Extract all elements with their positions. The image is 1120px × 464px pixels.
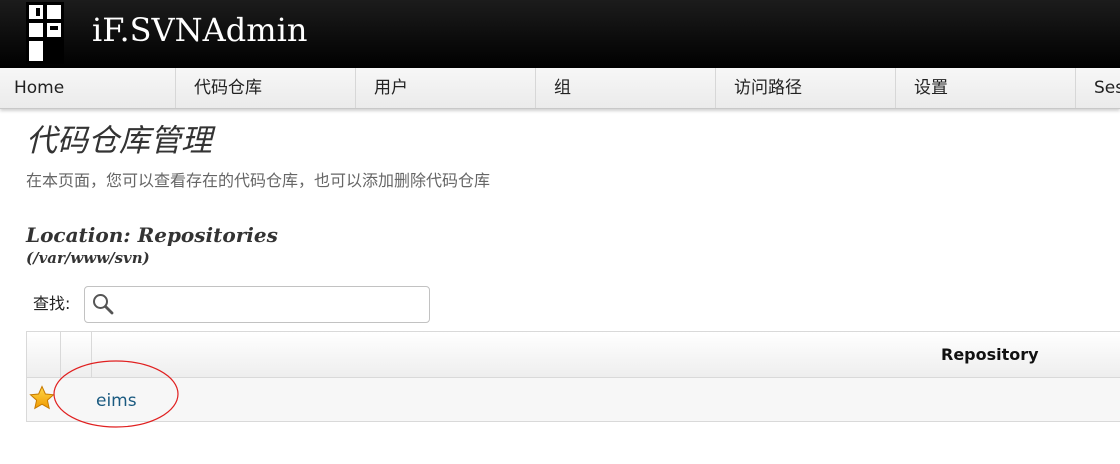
nav-item-home[interactable]: Home <box>0 68 176 108</box>
nav-item-repositories[interactable]: 代码仓库 <box>176 68 356 108</box>
app-logo-icon <box>26 2 64 64</box>
table-row: eims <box>27 378 1120 421</box>
annotation-circle <box>53 360 179 428</box>
main-nav: Home 代码仓库 用户 组 访问路径 设置 Ses <box>0 68 1120 109</box>
app-header: iF.SVNAdmin <box>0 0 1120 68</box>
app-title: iF.SVNAdmin <box>92 11 308 49</box>
nav-item-users[interactable]: 用户 <box>356 68 536 108</box>
nav-item-access-paths[interactable]: 访问路径 <box>716 68 896 108</box>
repository-table: Repository eims <box>26 331 1120 422</box>
nav-item-settings[interactable]: 设置 <box>896 68 1076 108</box>
page-title: 代码仓库管理 <box>26 123 212 159</box>
table-header: Repository <box>27 332 1120 378</box>
search-input[interactable] <box>121 291 425 320</box>
location-path: (/var/www/svn) <box>26 249 150 267</box>
search-icon <box>93 294 114 315</box>
column-header-repository[interactable]: Repository <box>941 344 1039 366</box>
search-box[interactable] <box>84 286 430 323</box>
nav-item-groups[interactable]: 组 <box>536 68 716 108</box>
page-description: 在本页面，您可以查看存在的代码仓库，也可以添加删除代码仓库 <box>26 171 491 190</box>
location-label: Location: Repositories <box>26 223 278 247</box>
search-label: 查找: <box>33 294 71 313</box>
nav-item-session[interactable]: Ses <box>1076 68 1120 108</box>
